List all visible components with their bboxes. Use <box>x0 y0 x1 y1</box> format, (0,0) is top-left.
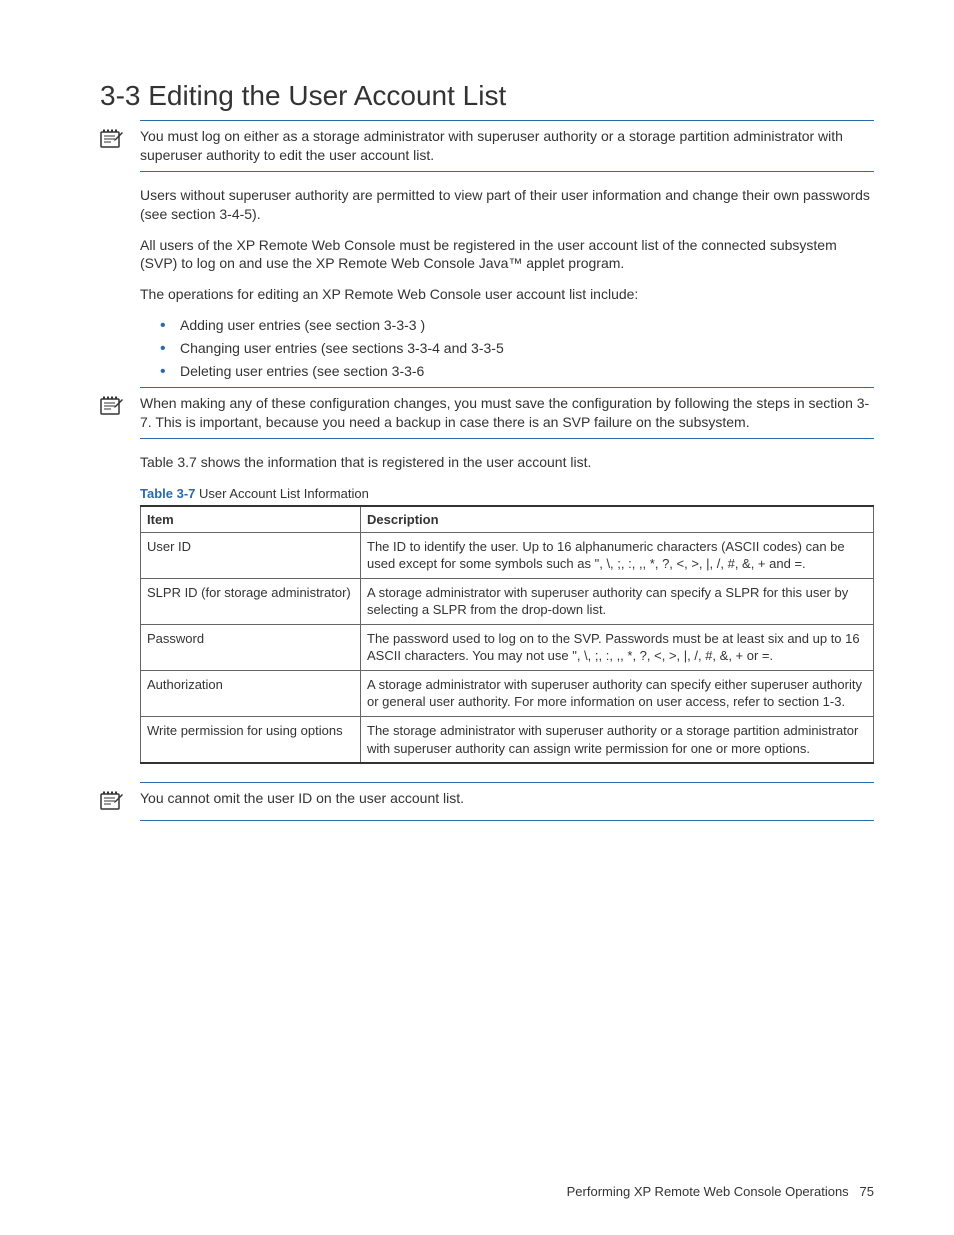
table-cell-item: User ID <box>141 532 361 578</box>
paragraph-4: Table 3.7 shows the information that is … <box>140 453 874 472</box>
note-text-1: You must log on either as a storage admi… <box>140 127 874 165</box>
page-footer: Performing XP Remote Web Console Operati… <box>567 1184 874 1199</box>
table-cell-item: Authorization <box>141 670 361 716</box>
table-row: SLPR ID (for storage administrator) A st… <box>141 578 874 624</box>
table-cell-item: Write permission for using options <box>141 716 361 763</box>
table-caption-label: Table 3-7 <box>140 486 195 501</box>
user-account-info-table: Item Description User ID The ID to ident… <box>140 505 874 764</box>
footer-page-number: 75 <box>860 1184 874 1199</box>
note-block-1: You must log on either as a storage admi… <box>140 120 874 172</box>
table-row: Password The password used to log on to … <box>141 624 874 670</box>
table-header-item: Item <box>141 506 361 533</box>
table-caption: Table 3-7 User Account List Information <box>140 486 874 501</box>
note-icon <box>100 798 124 814</box>
bullet-item: Adding user entries (see section 3-3-3 ) <box>180 316 874 335</box>
table-row: Authorization A storage administrator wi… <box>141 670 874 716</box>
table-cell-desc: The storage administrator with superuser… <box>361 716 874 763</box>
table-cell-desc: A storage administrator with superuser a… <box>361 670 874 716</box>
note-text-2: When making any of these configuration c… <box>140 394 874 432</box>
table-caption-text: User Account List Information <box>195 486 368 501</box>
paragraph-3: The operations for editing an XP Remote … <box>140 285 874 304</box>
table-header-description: Description <box>361 506 874 533</box>
note-text-3: You cannot omit the user ID on the user … <box>140 789 874 814</box>
table-cell-desc: The ID to identify the user. Up to 16 al… <box>361 532 874 578</box>
section-heading: 3-3 Editing the User Account List <box>100 80 874 112</box>
bullet-list: Adding user entries (see section 3-3-3 )… <box>140 316 874 381</box>
note-icon <box>100 403 124 419</box>
bullet-item: Deleting user entries (see section 3-3-6 <box>180 362 874 381</box>
paragraph-2: All users of the XP Remote Web Console m… <box>140 236 874 274</box>
bullet-item: Changing user entries (see sections 3-3-… <box>180 339 874 358</box>
footer-chapter-title: Performing XP Remote Web Console Operati… <box>567 1184 849 1199</box>
note-block-2: When making any of these configuration c… <box>140 387 874 439</box>
note-icon <box>100 136 124 152</box>
table-cell-desc: The password used to log on to the SVP. … <box>361 624 874 670</box>
paragraph-1: Users without superuser authority are pe… <box>140 186 874 224</box>
note-block-3: You cannot omit the user ID on the user … <box>140 782 874 821</box>
table-cell-item: Password <box>141 624 361 670</box>
table-row: User ID The ID to identify the user. Up … <box>141 532 874 578</box>
table-cell-desc: A storage administrator with superuser a… <box>361 578 874 624</box>
table-row: Write permission for using options The s… <box>141 716 874 763</box>
table-cell-item: SLPR ID (for storage administrator) <box>141 578 361 624</box>
